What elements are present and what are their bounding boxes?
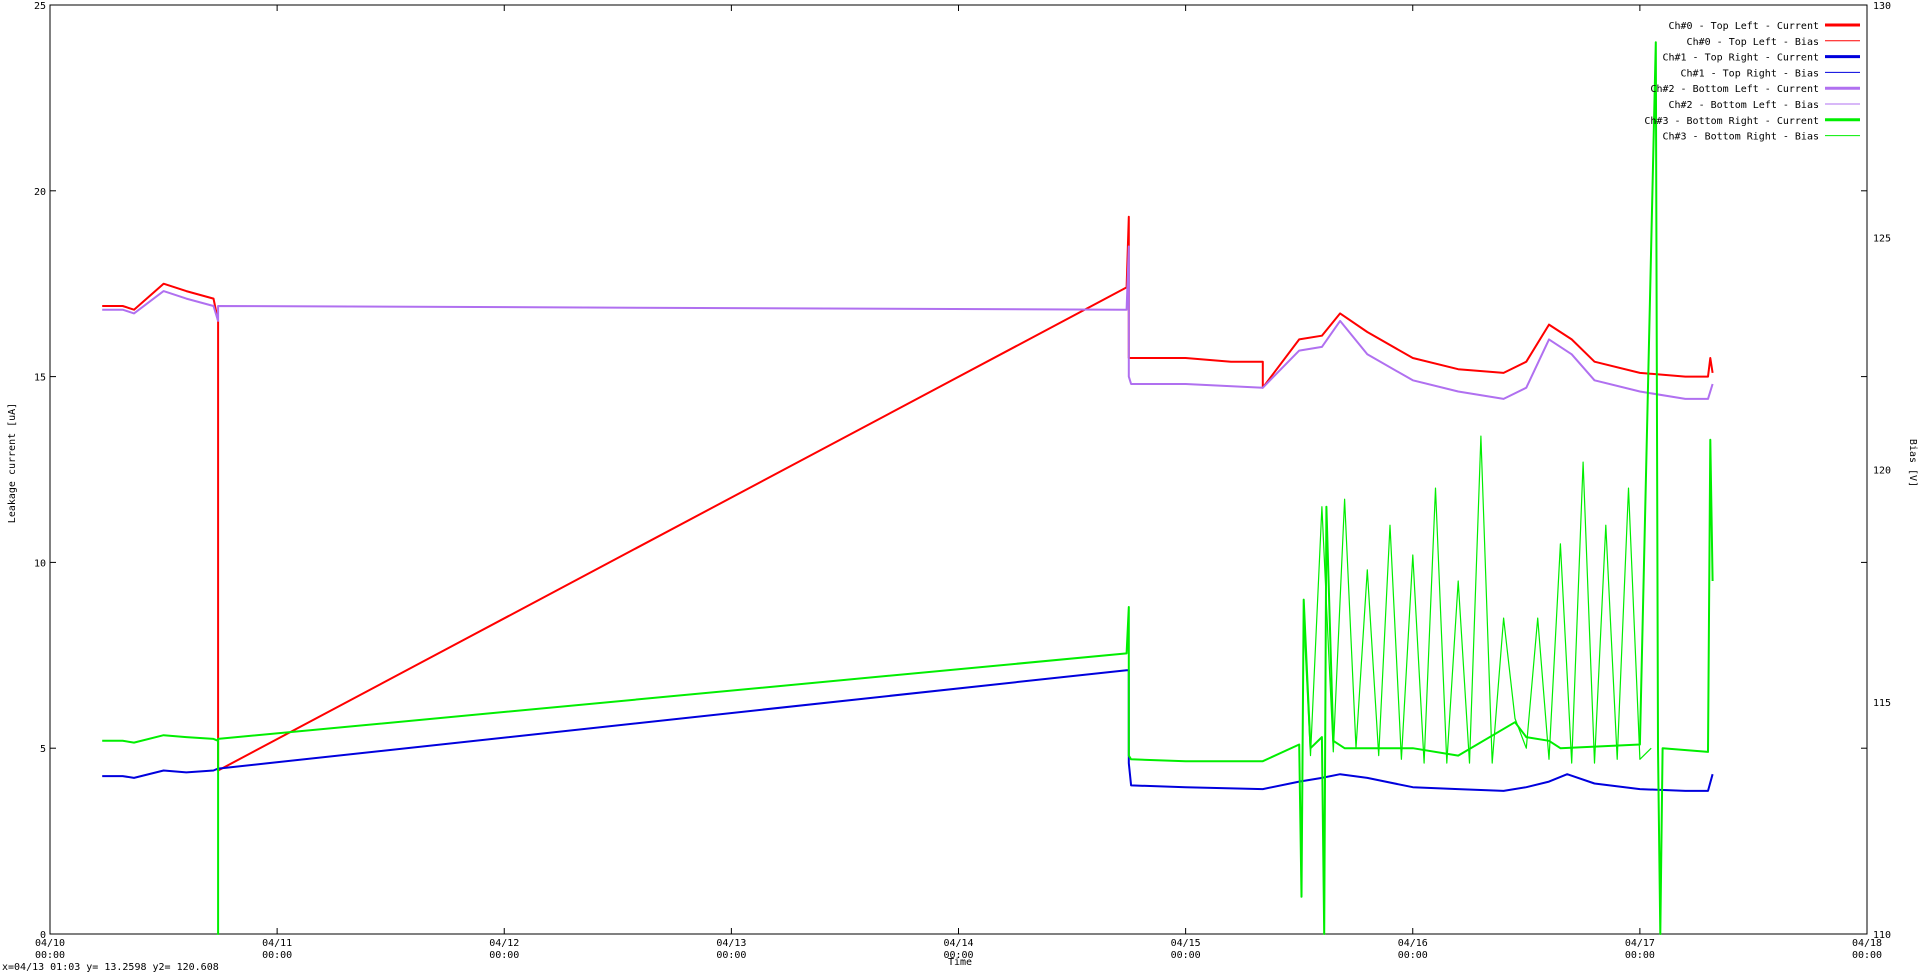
x-tick-label-date: 04/14: [943, 938, 973, 949]
series-line-2: [102, 245, 1714, 400]
legend-label: Ch#1 - Top Right - Current: [1662, 53, 1819, 64]
legend-label: Ch#1 - Top Right - Bias: [1681, 68, 1819, 79]
y-tick-label: 20: [34, 187, 46, 198]
x-tick-label-time: 00:00: [716, 950, 746, 961]
x-tick-label-time: 00:00: [1625, 950, 1655, 961]
y2-tick-label: 130: [1873, 1, 1891, 12]
series-line-3: [102, 41, 1714, 935]
legend-label: Ch#0 - Top Left - Current: [1668, 21, 1819, 32]
x-tick-label-time: 00:00: [1398, 950, 1428, 961]
legend-label: Ch#3 - Bottom Right - Current: [1644, 116, 1819, 127]
x-tick-label-time: 00:00: [1171, 950, 1201, 961]
y2-tick-label: 125: [1873, 233, 1891, 244]
y2-tick-label: 115: [1873, 698, 1891, 709]
y-tick-label: 10: [34, 558, 46, 569]
x-tick-label-date: 04/18: [1852, 938, 1882, 949]
legend: Ch#0 - Top Left - Current Ch#0 - Top Left…: [1644, 21, 1860, 143]
legend-label: Ch#3 - Bottom Right - Bias: [1662, 132, 1819, 143]
x-tick-label-date: 04/12: [489, 938, 519, 949]
x-tick-label-date: 04/13: [716, 938, 746, 949]
legend-label: Ch#2 - Bottom Left - Current: [1650, 84, 1819, 95]
plot-frame: [49, 4, 1868, 935]
legend-label: Ch#2 - Bottom Left - Bias: [1668, 100, 1819, 111]
plot-border: [49, 4, 1868, 935]
x-axis-label: Time: [948, 957, 972, 968]
y2-tick-label: 120: [1873, 466, 1891, 477]
x-tick-label-time: 00:00: [1852, 950, 1882, 961]
y-tick-label: 5: [40, 744, 46, 755]
legend-label: Ch#0 - Top Left - Bias: [1687, 37, 1819, 48]
x-tick-label-time: 00:00: [35, 950, 65, 961]
leakage-current-chart: 051015202511011512012513004/1000:0004/11…: [7, 1, 1918, 968]
series-line-0: [102, 215, 1714, 772]
y-tick-label: 25: [34, 1, 46, 12]
y-axis-label: Leakage current [uA]: [7, 403, 18, 523]
x-tick-label-date: 04/10: [35, 938, 65, 949]
x-tick-label-date: 04/11: [262, 938, 292, 949]
y2-axis-label: Bias [V]: [1907, 439, 1918, 487]
series-line-4: [1303, 435, 1652, 764]
x-tick-label-date: 04/16: [1398, 938, 1428, 949]
y-tick-label: 15: [34, 373, 46, 384]
x-tick-label-date: 04/17: [1625, 938, 1655, 949]
series-layer: [102, 41, 1714, 935]
cursor-coordinate-readout: x=04/13 01:03 y= 13.2598 y2= 120.608: [2, 962, 219, 973]
x-tick-label-time: 00:00: [489, 950, 519, 961]
axes-layer: 051015202511011512012513004/1000:0004/11…: [34, 1, 1891, 961]
x-tick-label-time: 00:00: [262, 950, 292, 961]
x-tick-label-date: 04/15: [1171, 938, 1201, 949]
